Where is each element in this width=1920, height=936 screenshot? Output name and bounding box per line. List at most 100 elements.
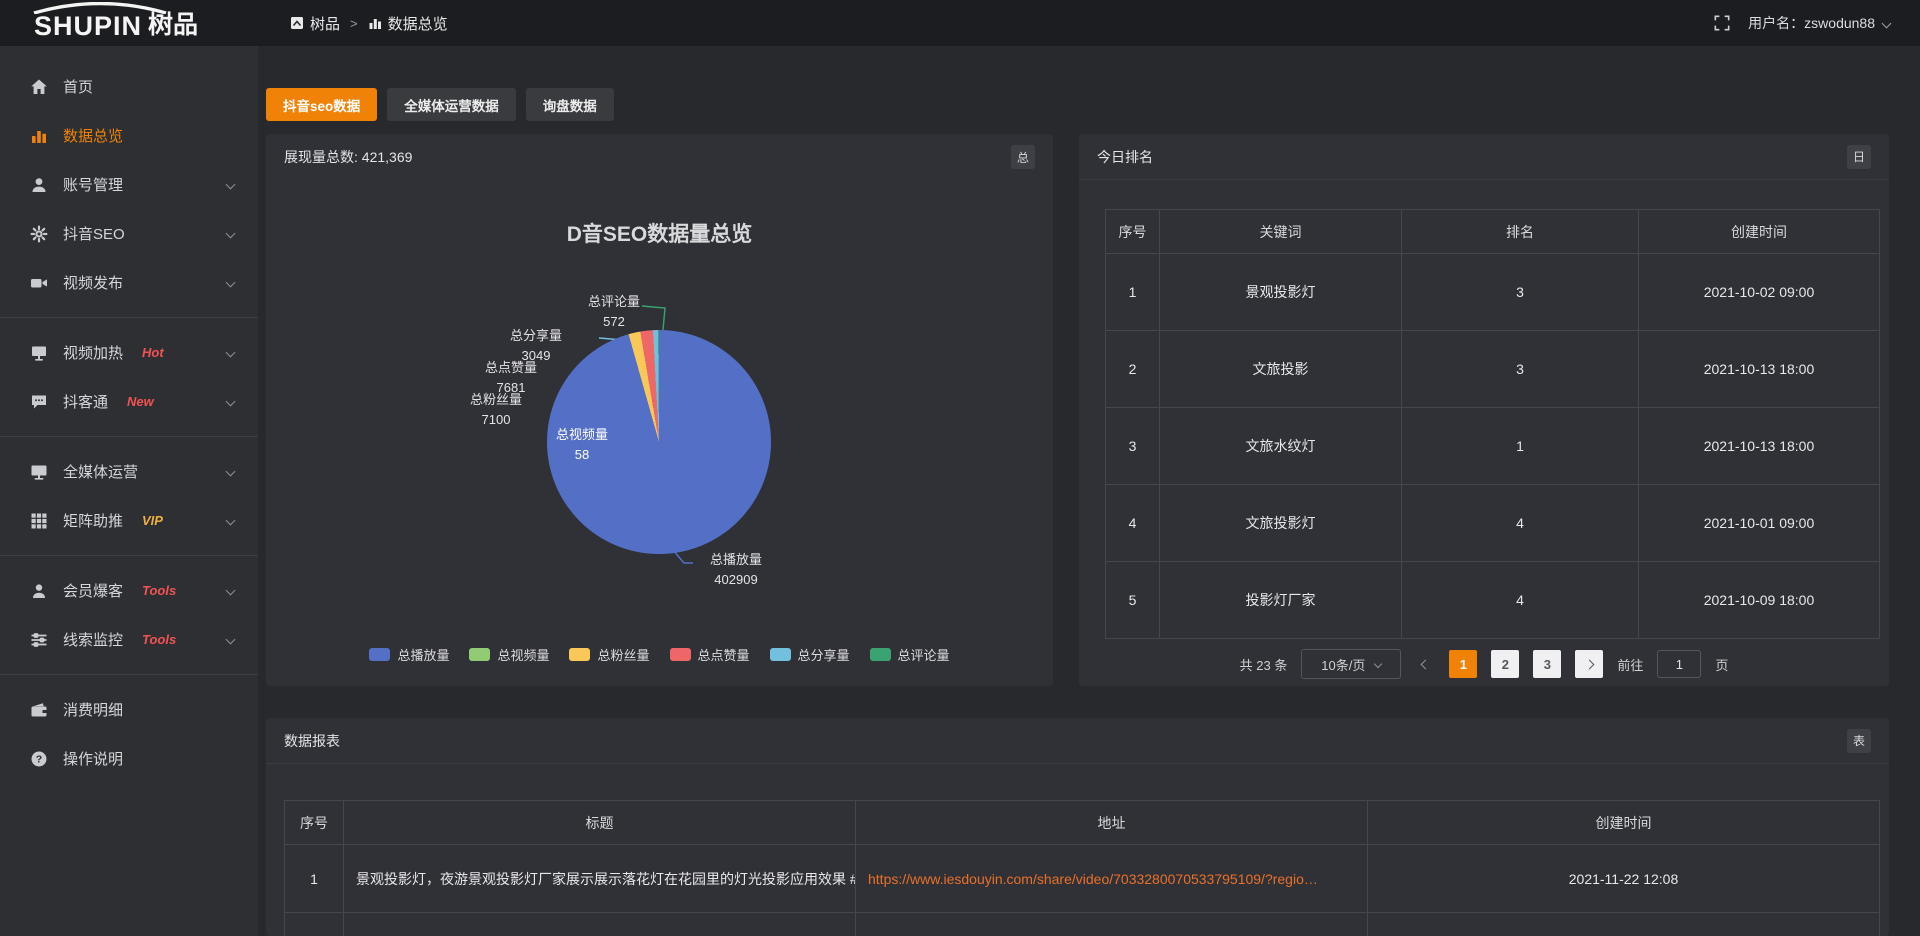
seo-overview-panel: 展现量总数: 421,369 总 D音SEO数据量总览 总评论量572 总分 [266,134,1053,686]
report-table: 序号 标题 地址 创建时间 1 景观投影灯，夜游景观投影灯厂家展示展示落花灯在花… [284,800,1880,936]
table-row-partial [285,913,1880,936]
grid-icon [30,512,48,530]
breadcrumb-separator: > [350,16,358,31]
sidebar-item-data-overview[interactable]: 数据总览 [0,111,258,160]
bar-chart-icon [368,16,382,30]
breadcrumb: 树品 > 数据总览 [290,13,448,34]
sidebar-item-video-heat[interactable]: 视频加热 Hot [0,328,258,377]
screen-icon [30,344,48,362]
report-title-cell: 景观投影灯，夜游景观投影灯厂家展示展示落花灯在花园里的灯光投影应用效果 # [344,845,856,913]
ranking-table: 序号 关键词 排名 创建时间 1景观投影灯 32021-10-02 09:00 … [1105,209,1880,639]
legend-item[interactable]: 总点赞量 [670,645,750,664]
help-icon: ? [30,750,48,768]
legend-swatch [369,648,390,661]
legend-swatch [770,648,791,661]
pie-chart-area: D音SEO数据量总览 总评论量572 总分享量3049 总点赞量7681 [266,180,1053,686]
vip-badge: VIP [142,513,163,528]
tab-bar: 抖音seo数据 全媒体运营数据 询盘数据 [266,88,1889,121]
sidebar-item-help[interactable]: ? 操作说明 [0,734,258,783]
gear-icon [30,225,48,243]
impressions-total: 展现量总数: 421,369 [284,147,412,167]
user-icon [30,176,48,194]
sidebar-item-douyin-seo[interactable]: 抖音SEO [0,209,258,258]
breadcrumb-current[interactable]: 数据总览 [368,13,448,34]
legend-swatch [870,648,891,661]
hot-badge: Hot [142,345,164,360]
username-label: 用户名：zswodun88 [1748,13,1875,33]
chevron-down-icon [1374,660,1382,668]
sidebar-item-lead-monitor[interactable]: 线索监控 Tools [0,615,258,664]
chart-legend: 总播放量 总视频量 总粉丝量 总点赞量 总分享量 总评论量 [266,645,1053,664]
tab-inquiry[interactable]: 询盘数据 [526,88,614,121]
sidebar-item-matrix-boost[interactable]: 矩阵助推 VIP [0,496,258,545]
table-row: 1 景观投影灯，夜游景观投影灯厂家展示展示落花灯在花园里的灯光投影应用效果 # … [285,845,1880,913]
chevron-left-icon [1420,659,1430,669]
wallet-icon [30,701,48,719]
chevron-down-icon [226,180,236,190]
video-camera-icon [30,274,48,292]
svg-text:?: ? [36,753,42,765]
table-row: 1景观投影灯 32021-10-02 09:00 [1106,254,1880,331]
chevron-down-icon [226,278,236,288]
pagination: 共 23 条 10条/页 1 2 3 前往 页 [1079,649,1889,679]
sidebar-item-doukotong[interactable]: 抖客通 New [0,377,258,426]
tab-media-operation[interactable]: 全媒体运营数据 [387,88,516,121]
sliders-icon [30,631,48,649]
page-button-3[interactable]: 3 [1533,650,1561,678]
sidebar-divider [0,436,258,437]
page-button-2[interactable]: 2 [1491,650,1519,678]
legend-item[interactable]: 总播放量 [369,645,449,664]
sidebar-item-member-burst[interactable]: 会员爆客 Tools [0,566,258,615]
table-toggle-button[interactable]: 表 [1847,729,1871,753]
prev-page-button[interactable] [1415,661,1435,668]
tools-badge: Tools [142,632,176,647]
report-url-link[interactable]: https://www.iesdouyin.com/share/video/70… [856,845,1368,913]
legend-item[interactable]: 总粉丝量 [569,645,649,664]
table-row: 3文旅水纹灯 12021-10-13 18:00 [1106,408,1880,485]
goto-page-input[interactable] [1657,650,1701,678]
chevron-down-icon [226,348,236,358]
goto-label: 前往 [1617,655,1643,674]
legend-swatch [469,648,490,661]
sidebar: 首页 数据总览 账号管理 抖音SEO 视频发布 视频加热 Hot 抖客通 New… [0,46,258,936]
board-icon [290,16,304,30]
chevron-down-icon [226,516,236,526]
chevron-down-icon [226,586,236,596]
panel-header: 今日排名 日 [1079,134,1889,180]
legend-item[interactable]: 总评论量 [870,645,950,664]
table-row: 2文旅投影 32021-10-13 18:00 [1106,331,1880,408]
chevron-down-icon [1882,18,1892,28]
chevron-down-icon [226,229,236,239]
top-header: SHUPIN 树品 树品 > 数据总览 用户名：zswodun88 [0,0,1920,46]
panel-header: 数据报表 表 [266,718,1889,764]
goto-suffix: 页 [1715,655,1728,674]
legend-swatch [569,648,590,661]
sidebar-item-home[interactable]: 首页 [0,62,258,111]
fullscreen-icon[interactable] [1714,15,1730,31]
legend-item[interactable]: 总视频量 [469,645,549,664]
page-button-1[interactable]: 1 [1449,650,1477,678]
monitor-icon [30,463,48,481]
sidebar-item-account[interactable]: 账号管理 [0,160,258,209]
next-page-button[interactable] [1575,650,1603,678]
pie-label-fans: 总粉丝量7100 [436,390,556,430]
tab-douyin-seo[interactable]: 抖音seo数据 [266,88,377,121]
chat-icon [30,393,48,411]
sidebar-item-media-operation[interactable]: 全媒体运营 [0,447,258,496]
breadcrumb-home[interactable]: 树品 [290,13,340,34]
legend-item[interactable]: 总分享量 [770,645,850,664]
sidebar-divider [0,317,258,318]
tools-badge: Tools [142,583,176,598]
sidebar-item-video-publish[interactable]: 视频发布 [0,258,258,307]
today-ranking-panel: 今日排名 日 序号 关键词 排名 创建时间 1景观投影灯 32021-10-02… [1079,134,1889,686]
table-header-row: 序号 标题 地址 创建时间 [285,801,1880,845]
day-toggle-button[interactable]: 日 [1847,145,1871,169]
total-toggle-button[interactable]: 总 [1011,145,1035,169]
report-title: 数据报表 [284,731,340,751]
member-icon [30,582,48,600]
pagination-total: 共 23 条 [1240,655,1288,674]
sidebar-item-consumption[interactable]: 消费明细 [0,685,258,734]
user-menu[interactable]: 用户名：zswodun88 [1748,13,1890,33]
page-size-select[interactable]: 10条/页 [1301,649,1401,679]
logo-arc [30,2,170,14]
